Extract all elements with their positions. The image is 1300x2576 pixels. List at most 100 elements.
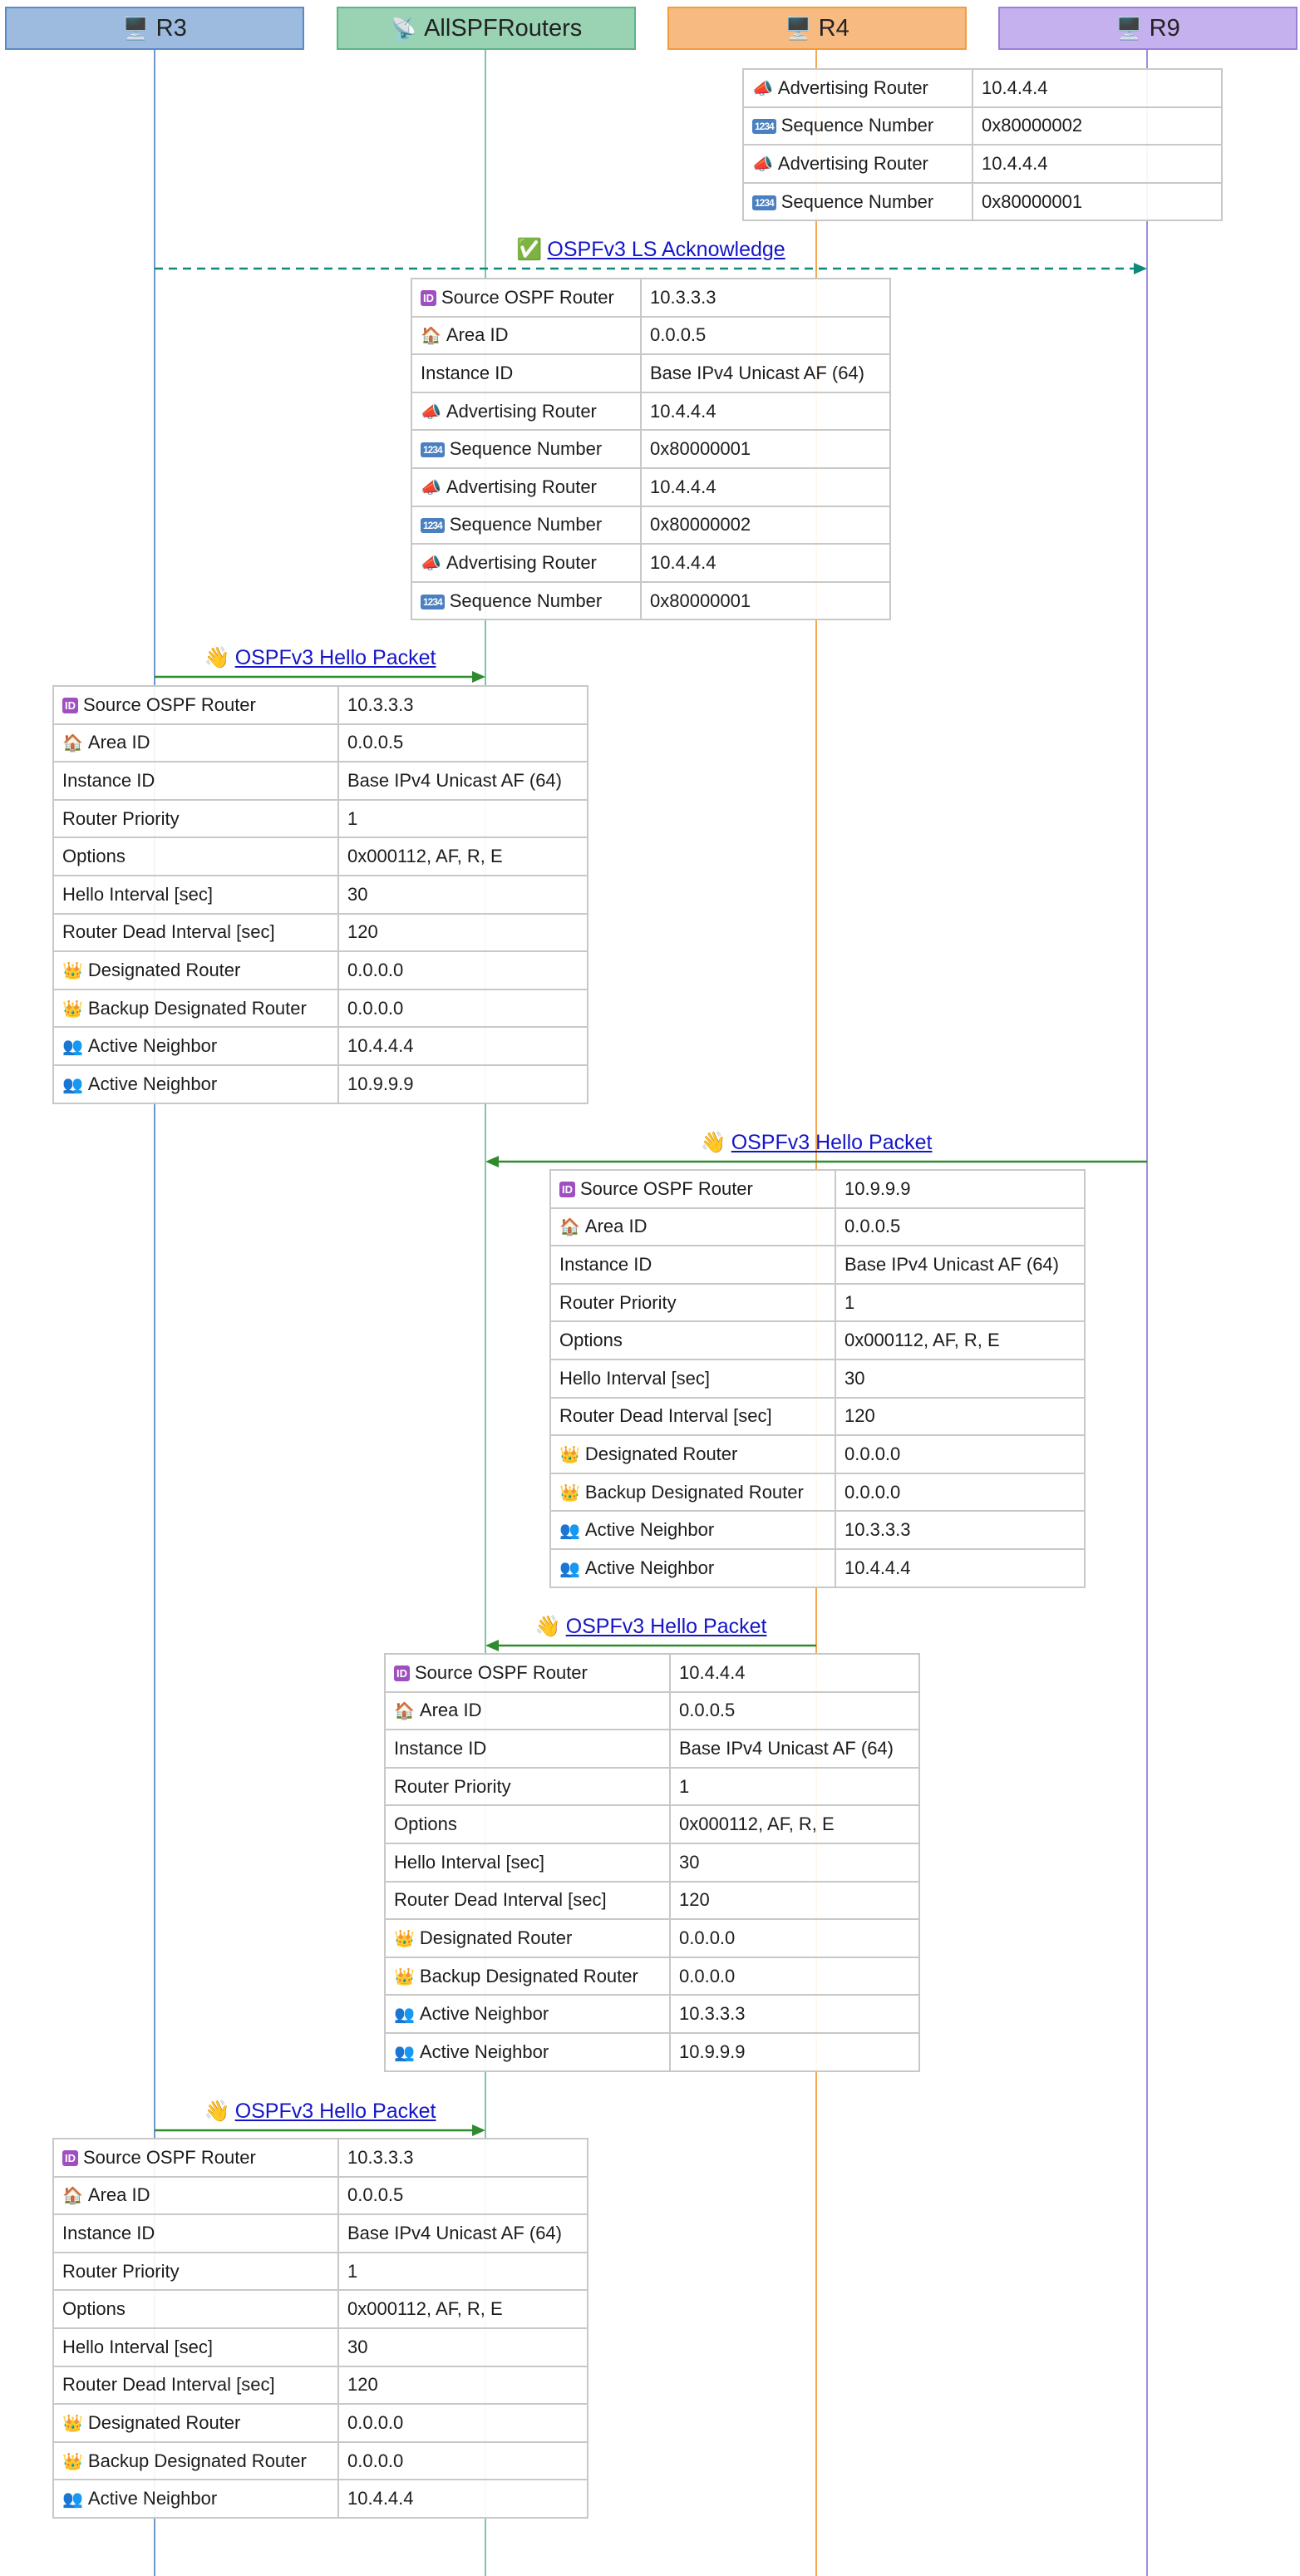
table-row: 1234 Sequence Number 0x80000001	[742, 181, 1223, 222]
field-value: Base IPv4 Unicast AF (64)	[669, 1729, 920, 1769]
field-label: 👑 Designated Router	[52, 950, 339, 990]
field-label: Hello Interval [sec]	[549, 1358, 836, 1399]
field-label-text: Designated Router	[419, 1927, 573, 1948]
field-label-text: Hello Interval [sec]	[394, 1851, 544, 1873]
field-label-text: Instance ID	[394, 1737, 487, 1759]
field-value: 0x80000002	[640, 505, 891, 545]
field-value: 10.3.3.3	[835, 1510, 1086, 1550]
field-value: 0.0.0.0	[337, 2440, 588, 2481]
field-label: 📣 Advertising Router	[742, 68, 973, 108]
check-mark-icon: ✅	[516, 238, 543, 261]
packet-fields-table: ID Source OSPF Router 10.3.3.3 🏠 Area ID 0.0.…	[52, 2138, 588, 2519]
field-label-text: Active Neighbor	[87, 2488, 218, 2509]
table-row: 👑 Backup Designated Router 0.0.0.0	[549, 1472, 1086, 1513]
field-value: 10.3.3.3	[337, 2138, 588, 2178]
participant-label: R9	[1149, 14, 1180, 42]
field-value: 10.3.3.3	[640, 278, 891, 318]
message-link[interactable]: OSPFv3 Hello Packet	[235, 2100, 436, 2123]
field-label: Options	[549, 1320, 836, 1360]
table-row: Hello Interval [sec] 30	[52, 874, 588, 915]
field-label-text: Router Dead Interval [sec]	[62, 2374, 275, 2396]
field-label: 👥 Active Neighbor	[52, 1063, 339, 1104]
message-label[interactable]: 👋 OSPFv3 Hello Packet	[535, 1613, 767, 1640]
waving-hand-icon: 👋	[534, 1615, 561, 1638]
table-row: Router Dead Interval [sec] 120	[384, 1880, 920, 1921]
field-value: 10.9.9.9	[835, 1169, 1086, 1209]
field-value: 10.4.4.4	[669, 1653, 920, 1693]
field-value: 0.0.0.0	[337, 2403, 588, 2443]
field-label: ID Source OSPF Router	[52, 2138, 339, 2178]
field-label-text: Advertising Router	[446, 400, 597, 422]
numbers-icon: 1234	[752, 119, 776, 135]
house-icon: 🏠	[394, 1702, 415, 1721]
table-row: 👑 Designated Router 0.0.0.0	[52, 950, 588, 990]
field-label: Router Dead Interval [sec]	[384, 1880, 671, 1921]
field-label: Router Priority	[549, 1282, 836, 1323]
table-row: 📣 Advertising Router 10.4.4.4	[411, 466, 891, 507]
message-link[interactable]: OSPFv3 Hello Packet	[731, 1131, 933, 1154]
computer-icon: 🖥️	[122, 15, 150, 41]
table-row: ID Source OSPF Router 10.3.3.3	[52, 685, 588, 725]
field-label-text: Advertising Router	[777, 152, 928, 174]
table-row: Instance ID Base IPv4 Unicast AF (64)	[411, 353, 891, 393]
table-row: 1234 Sequence Number 0x80000001	[411, 580, 891, 621]
field-label-text: Router Dead Interval [sec]	[62, 921, 275, 943]
field-value: 120	[669, 1880, 920, 1921]
message-link[interactable]: OSPFv3 Hello Packet	[566, 1615, 767, 1638]
packet-fields-table: ID Source OSPF Router 10.3.3.3 🏠 Area ID 0.0.…	[411, 278, 891, 621]
participant-r9: 🖥️ R9	[998, 7, 1298, 50]
field-value: 30	[337, 2327, 588, 2367]
message-arrow-head	[485, 1640, 499, 1651]
table-row: 👑 Backup Designated Router 0.0.0.0	[52, 988, 588, 1029]
field-label-text: Active Neighbor	[584, 1557, 715, 1578]
field-label-text: Active Neighbor	[87, 1035, 218, 1057]
table-row: 📣 Advertising Router 10.4.4.4	[742, 68, 1223, 108]
people-icon: 👥	[62, 1075, 83, 1094]
table-row: Router Dead Interval [sec] 120	[52, 2365, 588, 2406]
field-value: 10.4.4.4	[972, 144, 1223, 184]
field-label: 👑 Designated Router	[384, 1918, 671, 1958]
table-row: ID Source OSPF Router 10.4.4.4	[384, 1653, 920, 1693]
field-label: Instance ID	[411, 353, 642, 393]
computer-icon: 🖥️	[785, 15, 812, 41]
message-link[interactable]: OSPFv3 LS Acknowledge	[547, 238, 785, 261]
message-label[interactable]: 👋 OSPFv3 Hello Packet	[701, 1129, 933, 1156]
participant-label: AllSPFRouters	[424, 14, 583, 42]
message-label[interactable]: ✅ OSPFv3 LS Acknowledge	[516, 236, 785, 263]
field-label-text: Advertising Router	[446, 551, 597, 573]
house-icon: 🏠	[559, 1218, 580, 1237]
field-label-text: Designated Router	[584, 1443, 738, 1464]
field-label: Router Priority	[52, 2251, 339, 2292]
field-value: 10.4.4.4	[640, 466, 891, 507]
table-row: 🏠 Area ID 0.0.0.5	[411, 315, 891, 356]
field-value: Base IPv4 Unicast AF (64)	[337, 2213, 588, 2253]
crown-icon: 👑	[394, 1929, 415, 1948]
table-row: 👑 Designated Router 0.0.0.0	[52, 2403, 588, 2443]
field-label-text: Sequence Number	[780, 115, 934, 136]
field-label: ID Source OSPF Router	[384, 1653, 671, 1693]
field-label: 👥 Active Neighbor	[384, 1994, 671, 2034]
message-label[interactable]: 👋 OSPFv3 Hello Packet	[204, 2098, 436, 2124]
field-value: 0.0.0.5	[337, 723, 588, 763]
table-row: 👑 Designated Router 0.0.0.0	[384, 1918, 920, 1958]
field-label-text: Area ID	[584, 1216, 648, 1237]
table-row: Options 0x000112, AF, R, E	[52, 836, 588, 876]
field-label-text: Source OSPF Router	[441, 286, 614, 308]
table-row: Instance ID Base IPv4 Unicast AF (64)	[549, 1245, 1086, 1285]
field-label-text: Advertising Router	[777, 76, 928, 98]
message-label[interactable]: 👋 OSPFv3 Hello Packet	[204, 644, 436, 671]
field-label: 👥 Active Neighbor	[52, 1026, 339, 1066]
field-label-text: Sequence Number	[449, 438, 603, 460]
field-value: 0.0.0.5	[640, 315, 891, 356]
satellite-antenna-icon: 📡	[390, 15, 418, 41]
field-label: Options	[52, 2289, 339, 2329]
megaphone-icon: 📣	[752, 79, 773, 98]
field-label-text: Hello Interval [sec]	[62, 2336, 213, 2357]
field-label: 👑 Designated Router	[52, 2403, 339, 2443]
field-label: Instance ID	[52, 761, 339, 801]
message-link[interactable]: OSPFv3 Hello Packet	[235, 646, 436, 669]
field-label-text: Backup Designated Router	[584, 1481, 804, 1503]
people-icon: 👥	[62, 2490, 83, 2509]
crown-icon: 👑	[62, 999, 83, 1019]
table-row: 👑 Backup Designated Router 0.0.0.0	[52, 2440, 588, 2481]
